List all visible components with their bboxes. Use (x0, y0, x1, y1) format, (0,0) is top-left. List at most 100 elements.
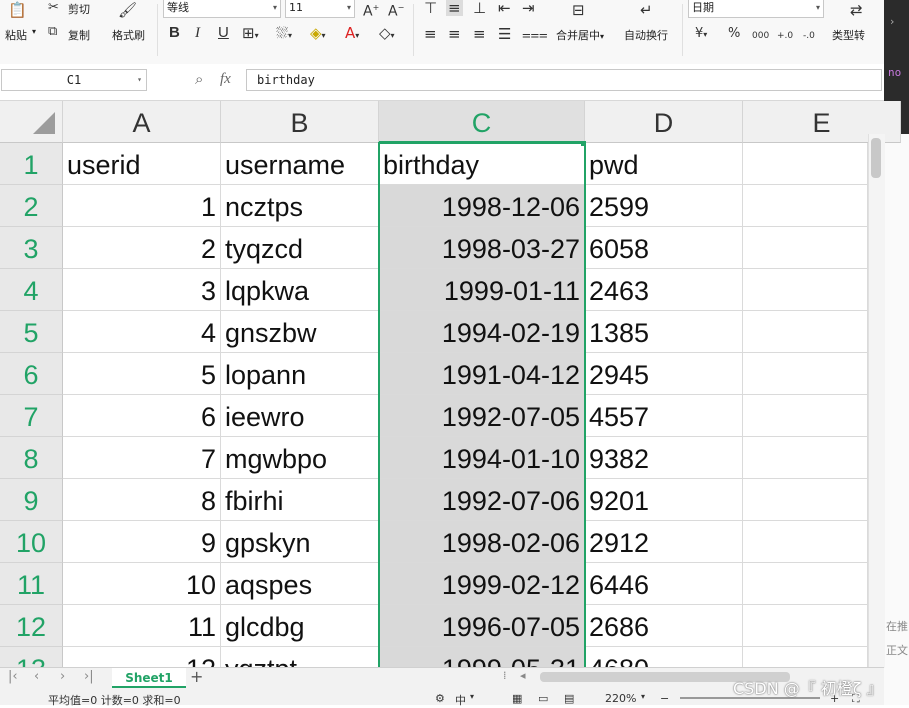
type-convert-icon[interactable]: ⇄ (850, 2, 863, 18)
column-header-a[interactable]: A (63, 101, 221, 143)
copy-icon[interactable]: ⧉ (48, 24, 57, 40)
font-name-select[interactable]: 等线 ▾ (163, 0, 281, 18)
cell-a1[interactable]: userid (63, 143, 221, 185)
underline-button[interactable]: U (218, 25, 229, 41)
cell-d5[interactable]: 1385 (585, 311, 743, 353)
column-header-b[interactable]: B (221, 101, 379, 143)
name-box[interactable]: C1 ▾ (1, 69, 147, 91)
cell-e11[interactable] (743, 563, 868, 605)
chevron-down-icon[interactable]: ▾ (137, 70, 142, 90)
row-header[interactable]: 11 (0, 563, 63, 605)
font-color-icon[interactable]: A▾ (345, 25, 359, 44)
column-header-d[interactable]: D (585, 101, 743, 143)
row-header[interactable]: 6 (0, 353, 63, 395)
cell-a7[interactable]: 6 (63, 395, 221, 437)
cell-d7[interactable]: 4557 (585, 395, 743, 437)
chevron-down-icon[interactable]: ▾ (470, 692, 474, 701)
wrap-text-button[interactable]: 自动换行 (624, 27, 668, 43)
cut-button[interactable]: 剪切 (68, 1, 90, 17)
cell-a6[interactable]: 5 (63, 353, 221, 395)
cell-b5[interactable]: gnszbw (221, 311, 379, 353)
thousands-button[interactable]: 000 (752, 28, 769, 44)
distributed-icon[interactable]: ⩶ (522, 26, 548, 42)
vertical-scrollbar[interactable] (868, 134, 885, 668)
scroll-left-icon[interactable]: ◂ (520, 669, 526, 682)
cell-b7[interactable]: ieewro (221, 395, 379, 437)
cell-e9[interactable] (743, 479, 868, 521)
page-layout-icon[interactable]: ▭ (538, 692, 548, 705)
cell-b3[interactable]: tyqzcd (221, 227, 379, 269)
vertical-scroll-thumb[interactable] (871, 138, 881, 178)
copy-button[interactable]: 复制 (68, 27, 90, 43)
zoom-out-button[interactable]: − (660, 692, 669, 705)
increase-decimal-button[interactable]: +.0 (777, 28, 793, 44)
align-top-icon[interactable]: ⊤ (424, 0, 437, 16)
cell-e4[interactable] (743, 269, 868, 311)
formula-input[interactable]: birthday (246, 69, 882, 91)
page-break-view-icon[interactable]: ▤ (564, 692, 574, 705)
align-bottom-icon[interactable]: ⊥ (473, 0, 486, 16)
row-header[interactable]: 1 (0, 143, 63, 185)
chevron-right-icon[interactable]: › (890, 14, 894, 30)
indent-icon[interactable]: ⇥ (522, 0, 535, 16)
cell-a4[interactable]: 3 (63, 269, 221, 311)
number-format-select[interactable]: 日期 ▾ (688, 0, 824, 18)
cell-a9[interactable]: 8 (63, 479, 221, 521)
cell-e3[interactable] (743, 227, 868, 269)
add-sheet-icon[interactable]: + (190, 667, 203, 686)
grow-font-button[interactable]: A+ (363, 0, 379, 20)
cell-d9[interactable]: 9201 (585, 479, 743, 521)
cell-d3[interactable]: 6058 (585, 227, 743, 269)
cell-e10[interactable] (743, 521, 868, 563)
cell-b6[interactable]: lopann (221, 353, 379, 395)
type-convert-button[interactable]: 类型转 (832, 27, 865, 43)
wrap-text-icon[interactable]: ↵ (640, 2, 653, 18)
cell-e7[interactable] (743, 395, 868, 437)
cell-e8[interactable] (743, 437, 868, 479)
normal-view-icon[interactable]: ▦ (512, 692, 522, 705)
fill-pattern-icon[interactable]: ⛆▾ (276, 25, 292, 44)
currency-button[interactable]: ¥▾ (695, 26, 707, 43)
cell-a5[interactable]: 4 (63, 311, 221, 353)
cell-d12[interactable]: 2686 (585, 605, 743, 647)
shrink-font-button[interactable]: A− (388, 0, 404, 20)
fx-icon[interactable]: fx (220, 71, 231, 88)
cell-a11[interactable]: 10 (63, 563, 221, 605)
fill-handle[interactable] (581, 141, 586, 146)
row-header[interactable]: 10 (0, 521, 63, 563)
cell-b8[interactable]: mgwbpo (221, 437, 379, 479)
clear-format-icon[interactable]: ◇▾ (379, 25, 395, 44)
column-header-c[interactable]: C (379, 101, 585, 143)
merge-center-icon[interactable]: ⊟ (572, 2, 585, 18)
cell-e5[interactable] (743, 311, 868, 353)
cell-d2[interactable]: 2599 (585, 185, 743, 227)
cell-a2[interactable]: 1 (63, 185, 221, 227)
bold-button[interactable]: B (169, 25, 180, 41)
decrease-decimal-button[interactable]: -.0 (803, 28, 815, 44)
paste-icon[interactable]: 📋 (8, 2, 27, 18)
chevron-down-icon[interactable]: ▾ (641, 692, 645, 701)
zoom-magnifier-icon[interactable]: ⌕ (195, 70, 203, 88)
row-header[interactable]: 7 (0, 395, 63, 437)
row-header[interactable]: 12 (0, 605, 63, 647)
cell-d11[interactable]: 6446 (585, 563, 743, 605)
cell-a10[interactable]: 9 (63, 521, 221, 563)
cell-d1[interactable]: pwd (585, 143, 743, 185)
cell-e12[interactable] (743, 605, 868, 647)
paste-button[interactable]: 粘贴 (5, 27, 27, 43)
cell-b11[interactable]: aqspes (221, 563, 379, 605)
cell-b9[interactable]: fbirhi (221, 479, 379, 521)
tab-split-handle-icon[interactable]: ⁞ (503, 669, 507, 682)
row-header[interactable]: 2 (0, 185, 63, 227)
cell-e6[interactable] (743, 353, 868, 395)
next-sheet-icon[interactable]: › (60, 669, 65, 684)
align-center-icon[interactable]: ≡ (448, 26, 461, 42)
cell-b2[interactable]: ncztps (221, 185, 379, 227)
cell-e1[interactable] (743, 143, 868, 185)
fill-color-icon[interactable]: ◈▾ (310, 25, 326, 44)
format-painter-button[interactable]: 格式刷 (112, 27, 145, 43)
align-middle-icon[interactable]: ≡ (446, 0, 463, 16)
cell-e2[interactable] (743, 185, 868, 227)
align-left-icon[interactable]: ≡ (424, 26, 437, 42)
italic-button[interactable]: I (195, 25, 200, 41)
